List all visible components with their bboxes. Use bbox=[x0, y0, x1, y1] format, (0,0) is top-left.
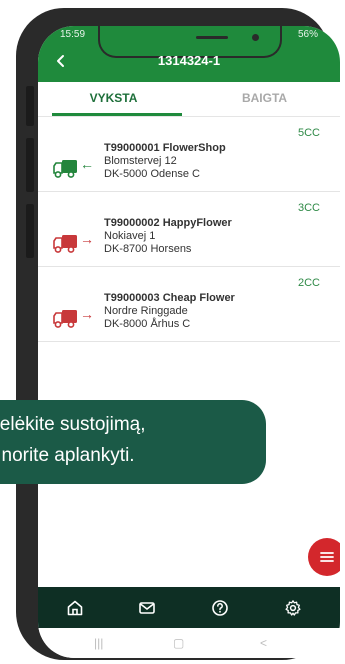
system-nav-bar: ||| ▢ < bbox=[38, 628, 340, 658]
menu-fab-button[interactable] bbox=[308, 538, 340, 576]
stop-details: T99000001 FlowerShop Blomstervej 12 DK-5… bbox=[104, 142, 226, 181]
stop-count: 5CC bbox=[297, 127, 320, 139]
list-item[interactable]: 5CC ← T99000001 FlowerShop Blomstervej 1… bbox=[38, 117, 340, 192]
bottom-nav bbox=[38, 587, 340, 628]
mail-icon bbox=[139, 602, 155, 614]
tab-vyksta[interactable]: VYKSTA bbox=[38, 82, 189, 114]
phone-screen: 15:59 56% 1314324-1 VYKSTA BAIGTA 5CC ← … bbox=[38, 26, 340, 658]
stop-name: T99000001 FlowerShop bbox=[104, 142, 226, 154]
side-button bbox=[26, 86, 34, 126]
stop-details: T99000003 Cheap Flower Nordre Ringgade D… bbox=[104, 292, 235, 331]
stop-count: 3CC bbox=[297, 202, 320, 214]
list-item[interactable]: 2CC → T99000003 Cheap Flower Nordre Ring… bbox=[38, 267, 340, 342]
status-time: 15:59 bbox=[60, 29, 86, 40]
direction-arrow: ← bbox=[80, 156, 94, 172]
home-button-icon[interactable]: ▢ bbox=[173, 636, 184, 650]
camera-lens bbox=[252, 34, 259, 41]
direction-arrow: → bbox=[80, 306, 94, 322]
gear-icon bbox=[285, 600, 301, 616]
stop-city: DK-8700 Horsens bbox=[104, 243, 192, 255]
stop-name: T99000003 Cheap Flower bbox=[104, 292, 235, 304]
home-icon bbox=[67, 600, 83, 616]
active-tab-indicator bbox=[52, 113, 182, 116]
side-button bbox=[26, 138, 34, 192]
direction-arrow: → bbox=[80, 231, 94, 247]
side-button bbox=[26, 204, 34, 258]
stop-list: 5CC ← T99000001 FlowerShop Blomstervej 1… bbox=[38, 117, 340, 342]
help-icon bbox=[212, 600, 228, 616]
page-title: 1314324-1 bbox=[157, 53, 221, 68]
tooltip-bubble: stelėkite sustojimą, į norite aplankyti. bbox=[0, 400, 266, 484]
stop-city: DK-8000 Århus C bbox=[104, 318, 191, 330]
tab-bar: VYKSTA BAIGTA bbox=[38, 82, 340, 117]
speaker-grille bbox=[196, 36, 228, 39]
phone-frame: 15:59 56% 1314324-1 VYKSTA BAIGTA 5CC ← … bbox=[16, 8, 340, 660]
status-battery: 56% bbox=[297, 29, 318, 40]
tooltip-text: stelėkite sustojimą, bbox=[0, 414, 146, 435]
stop-street: Nokiavej 1 bbox=[104, 230, 156, 242]
nav-home-button[interactable] bbox=[63, 596, 87, 620]
stop-details: T99000002 HappyFlower Nokiavej 1 DK-8700… bbox=[104, 217, 232, 256]
stop-name: T99000002 HappyFlower bbox=[104, 217, 232, 229]
truck-icon bbox=[53, 235, 77, 253]
stop-street: Blomstervej 12 bbox=[104, 155, 177, 167]
tooltip-text: į norite aplankyti. bbox=[0, 445, 135, 466]
stop-street: Nordre Ringgade bbox=[104, 305, 188, 317]
list-item[interactable]: 3CC → T99000002 HappyFlower Nokiavej 1 D… bbox=[38, 192, 340, 267]
back-nav-icon[interactable]: < bbox=[260, 636, 267, 650]
truck-icon bbox=[53, 310, 77, 328]
stop-city: DK-5000 Odense C bbox=[104, 168, 200, 180]
menu-icon bbox=[320, 552, 334, 562]
stop-count: 2CC bbox=[297, 277, 320, 289]
nav-mail-button[interactable] bbox=[135, 596, 159, 620]
truck-icon bbox=[53, 160, 77, 178]
nav-settings-button[interactable] bbox=[281, 596, 305, 620]
recent-apps-icon[interactable]: ||| bbox=[94, 636, 103, 650]
nav-help-button[interactable] bbox=[208, 596, 232, 620]
tab-baigta[interactable]: BAIGTA bbox=[189, 82, 340, 114]
